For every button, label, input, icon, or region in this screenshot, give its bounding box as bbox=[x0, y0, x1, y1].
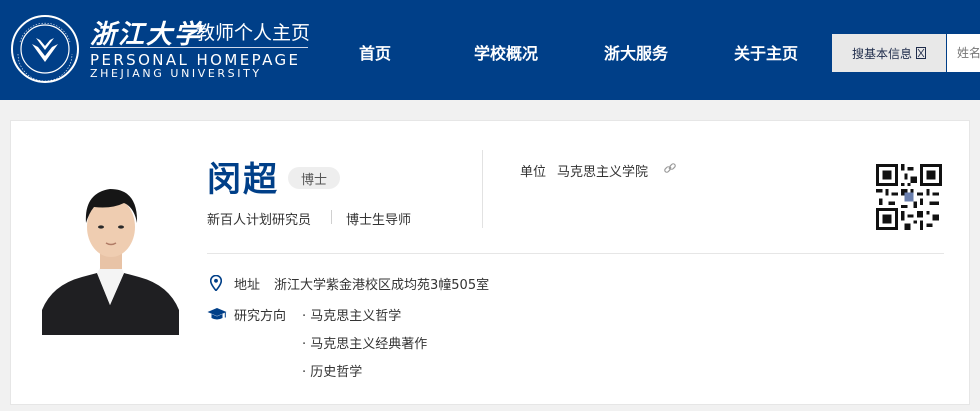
graduation-cap-icon bbox=[207, 308, 227, 320]
search-category-label: 搜基本信息 bbox=[851, 46, 912, 61]
qr-code-icon[interactable] bbox=[876, 164, 942, 230]
location-pin-icon bbox=[210, 275, 222, 291]
research-item: · 马克思主义经典著作 bbox=[302, 337, 428, 352]
search-category-button[interactable]: 搜基本信息 bbox=[832, 34, 946, 72]
profile-name: 闵超 bbox=[207, 160, 279, 200]
link-icon[interactable] bbox=[663, 161, 677, 175]
unit-label: 单位 bbox=[520, 165, 547, 180]
nav-item-services[interactable]: 浙大服务 bbox=[604, 40, 668, 64]
address-value: 浙江大学紫金港校区成均苑3幢505室 bbox=[274, 278, 490, 293]
logo-subtitle: 教师个人主页 bbox=[196, 22, 311, 44]
nav-item-about-school[interactable]: 学校概况 bbox=[474, 40, 538, 64]
title-research-fellow: 新百人计划研究员 bbox=[207, 213, 312, 228]
horizontal-divider bbox=[207, 253, 944, 254]
research-label: 研究方向 bbox=[234, 309, 287, 324]
logo-chinese-name: 浙江大学 bbox=[90, 20, 203, 50]
logo-divider bbox=[90, 47, 308, 48]
nav-item-about-homepage[interactable]: 关于主页 bbox=[734, 40, 798, 64]
title-phd-supervisor: 博士生导师 bbox=[346, 213, 412, 228]
research-item: · 历史哲学 bbox=[302, 365, 363, 380]
nav-item-home[interactable]: 首页 bbox=[359, 40, 391, 64]
research-item: · 马克思主义哲学 bbox=[302, 309, 402, 324]
search-input[interactable] bbox=[947, 34, 980, 72]
unit-value[interactable]: 马克思主义学院 bbox=[557, 161, 648, 180]
title-separator bbox=[331, 210, 332, 224]
profile-photo bbox=[42, 165, 179, 335]
address-label: 地址 bbox=[234, 278, 261, 293]
logo-english-line2: ZHEJIANG UNIVERSITY bbox=[90, 67, 262, 80]
vertical-divider bbox=[482, 150, 483, 228]
top-header-bar: 浙江大学 教师个人主页 PERSONAL HOMEPAGE ZHEJIANG U… bbox=[0, 0, 980, 100]
degree-badge: 博士 bbox=[288, 167, 340, 189]
search-dropdown-icon bbox=[916, 47, 926, 59]
zju-seal-icon[interactable] bbox=[10, 14, 80, 84]
